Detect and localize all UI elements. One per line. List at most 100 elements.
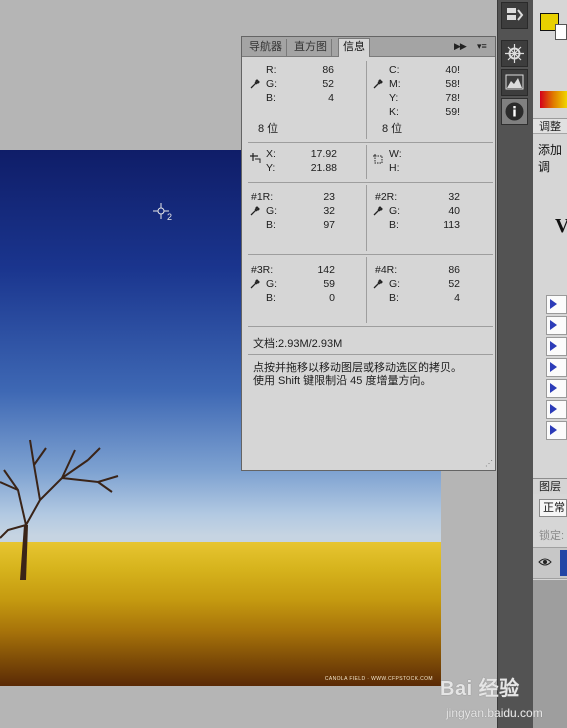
sampler3-g-label: G: [266,278,278,290]
cmyk-m-label: M: [389,78,401,90]
eye-visibility-icon[interactable] [538,556,552,568]
dock-button-navigator[interactable] [501,40,528,67]
panel-menu-icon[interactable]: ▾≡ [477,41,487,52]
eyedropper-icon[interactable] [250,79,260,89]
photo-credit: CANOLA FIELD · WWW.CFPSTOCK.COM [324,676,433,682]
layers-tab[interactable]: 图层 [533,478,567,494]
sampler4-b-value: 4 [454,292,460,304]
adjustment-preset-row[interactable] [546,421,567,440]
color-sampler-icon[interactable] [250,279,260,289]
dock-button-histogram[interactable] [501,69,528,96]
position-x-label: X: [266,148,276,160]
sampler1-b-value: 97 [323,219,335,231]
cmyk-bit-depth: 8 位 [382,123,403,135]
divider [248,142,493,143]
expand-triangle-icon [550,320,557,330]
cmyk-m-value: 58! [445,78,460,90]
eyedropper-icon[interactable] [373,79,383,89]
sampler3-b-value: 0 [329,292,335,304]
cmyk-y-label: Y: [389,92,399,104]
sampler3-r-value: 142 [317,264,335,276]
cmyk-k-value: 59! [445,106,460,118]
navigator-icon [505,44,524,63]
rgb-bit-depth: 8 位 [258,123,279,135]
dock-button-history[interactable] [501,2,528,29]
adjustment-preset-row[interactable] [546,316,567,335]
divider [366,185,367,251]
size-h-label: H: [389,162,400,174]
adjustment-preset-row[interactable] [546,337,567,356]
document-size: 文档:2.93M/2.93M [253,338,343,350]
sampler2-b-value: 113 [443,219,460,231]
color-sampler-icon[interactable] [373,206,383,216]
info-panel: 导航器 直方图 信息 ▶▶ ▾≡ R: G: B: 86 52 4 8 位 C:… [241,36,496,471]
sampler3-b-label: B: [266,292,276,304]
blend-mode-select[interactable]: 正常 [539,499,567,517]
size-w-label: W: [389,148,402,160]
adjustment-preset-row[interactable] [546,379,567,398]
divider [248,326,493,327]
sampler2-r-label: #2R: [375,191,398,203]
resize-grip-icon[interactable]: ⋰ [485,459,493,468]
tab-info[interactable]: 信息 [338,38,370,57]
crosshair-icon [250,153,261,163]
sampler2-b-label: B: [389,219,399,231]
tree-silhouette [0,439,119,580]
color-sampler-icon[interactable] [250,206,260,216]
sampler1-b-label: B: [266,219,276,231]
adjustments-tab[interactable]: 调整 [533,118,567,134]
expand-triangle-icon [550,404,557,414]
sampler2-g-value: 40 [448,205,460,217]
sampler4-g-value: 52 [448,278,460,290]
cmyk-y-value: 78! [445,92,460,104]
info-icon [505,102,524,121]
color-spectrum-bar[interactable] [540,91,567,108]
cmyk-c-value: 40! [445,64,460,76]
divider [248,182,493,183]
rgb-r-label: R: [266,64,277,76]
layer-thumbnail[interactable] [560,550,567,576]
sampler4-g-label: G: [389,278,401,290]
history-icon [507,8,524,21]
expand-triangle-icon [550,299,557,309]
sampler3-r-label: #3R: [251,264,274,276]
adjustment-preset-icon: V [555,215,567,237]
sampler4-r-value: 86 [448,264,460,276]
adjustment-preset-row[interactable] [546,358,567,377]
tab-navigator[interactable]: 导航器 [245,39,287,56]
sampler4-r-label: #4R: [375,264,398,276]
expand-triangle-icon [550,341,557,351]
rgb-r-value: 86 [322,64,334,76]
sampler2-g-label: G: [389,205,401,217]
sampler1-g-value: 32 [323,205,335,217]
watermark-logo: Bai 经验 [440,678,520,700]
histogram-icon [505,74,524,90]
collapse-panel-icon[interactable]: ▶▶ [454,41,467,52]
rgb-b-value: 4 [328,92,334,104]
adjustment-preset-row[interactable] [546,295,567,314]
tool-hint-line2: 使用 Shift 键限制沿 45 度增量方向。 [253,375,432,387]
tool-hint-line1: 点按并拖移以移动图层或移动选区的拷贝。 [253,362,462,374]
expand-triangle-icon [550,362,557,372]
background-color-swatch[interactable] [555,24,567,40]
sampler3-g-value: 59 [323,278,335,290]
watermark-url: jingyan.baidu.com [446,706,543,720]
sampler4-b-label: B: [389,292,399,304]
cmyk-c-label: C: [389,64,400,76]
panel-tab-bar: 导航器 直方图 信息 ▶▶ ▾≡ [242,37,495,57]
selection-size-icon [373,154,383,164]
divider [366,61,367,139]
adjustment-preset-row[interactable] [546,400,567,419]
dock-button-info[interactable] [501,98,528,125]
tab-histogram[interactable]: 直方图 [290,39,332,56]
tool-hint: 点按并拖移以移动图层或移动选区的拷贝。 使用 Shift 键限制沿 45 度增量… [253,362,491,388]
divider [366,145,367,179]
color-sampler-icon[interactable] [373,279,383,289]
sampler1-r-label: #1R: [251,191,274,203]
rgb-g-label: G: [266,78,278,90]
sampler-number-label: 2 [167,212,173,222]
rgb-b-label: B: [266,92,276,104]
cmyk-k-label: K: [389,106,399,118]
lock-label: 锁定: [539,530,565,542]
sampler1-g-label: G: [266,205,278,217]
